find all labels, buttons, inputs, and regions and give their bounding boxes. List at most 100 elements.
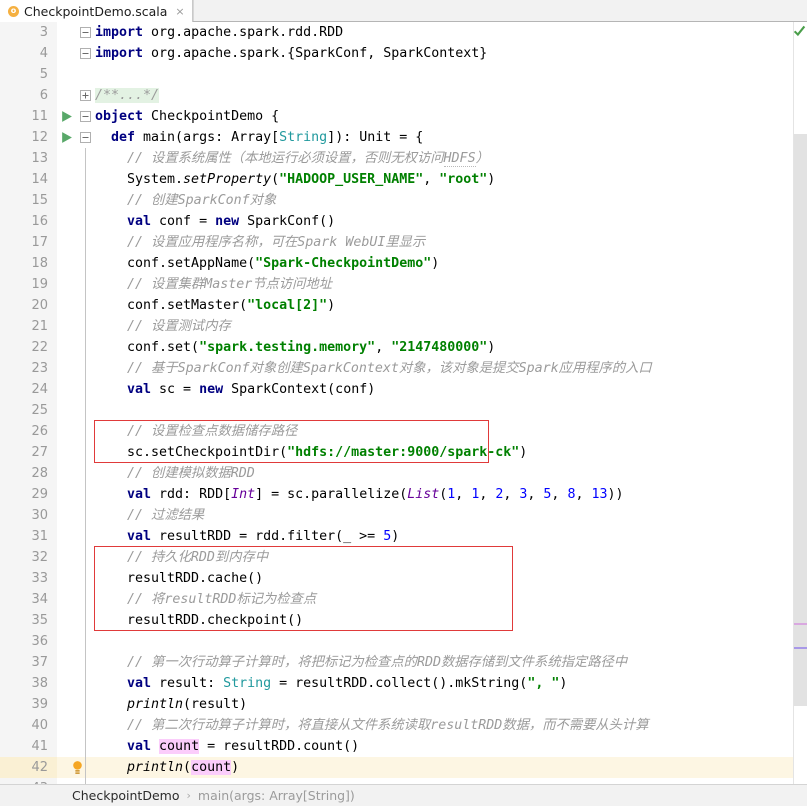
line-number[interactable]: 6 [0, 85, 57, 106]
code-text[interactable]: val sc = new SparkContext(conf) [95, 379, 375, 400]
line-number[interactable]: 32 [0, 547, 57, 568]
code-line[interactable]: 28 // 创建模拟数据RDD [0, 463, 807, 484]
line-number[interactable]: 41 [0, 736, 57, 757]
code-line[interactable]: 27 sc.setCheckpointDir("hdfs://master:900… [0, 442, 807, 463]
line-number[interactable]: 24 [0, 379, 57, 400]
line-number[interactable]: 36 [0, 631, 57, 652]
line-number[interactable]: 19 [0, 274, 57, 295]
code-text[interactable]: sc.setCheckpointDir("hdfs://master:9000/… [95, 442, 527, 463]
line-number[interactable]: 11 [0, 106, 57, 127]
code-text[interactable]: // 过滤结果 [95, 505, 204, 526]
code-line[interactable]: 4 import org.apache.spark.{SparkConf, Spa… [0, 43, 807, 64]
code-text[interactable]: System.setProperty("HADOOP_USER_NAME", "… [95, 169, 495, 190]
line-number[interactable]: 25 [0, 400, 57, 421]
code-line[interactable]: 33 resultRDD.cache() [0, 568, 807, 589]
code-text[interactable]: val resultRDD = rdd.filter(_ >= 5) [95, 526, 399, 547]
line-number[interactable]: 22 [0, 337, 57, 358]
code-text[interactable]: // 创建SparkConf对象 [95, 190, 276, 211]
editor-marker-bar[interactable] [793, 22, 807, 784]
vertical-scrollbar[interactable] [794, 134, 807, 706]
line-number[interactable]: 15 [0, 190, 57, 211]
line-number[interactable]: 42 [0, 757, 57, 778]
code-text[interactable]: conf.setAppName("Spark-CheckpointDemo") [95, 253, 439, 274]
breadcrumb-root[interactable]: CheckpointDemo [72, 788, 179, 803]
line-number[interactable]: 4 [0, 43, 57, 64]
fold-collapse-icon[interactable] [80, 48, 91, 59]
code-line[interactable]: 26 // 设置检查点数据储存路径 [0, 421, 807, 442]
code-line[interactable]: 6 /**...*/ [0, 85, 807, 106]
code-line[interactable]: 17 // 设置应用程序名称，可在Spark WebUI里显示 [0, 232, 807, 253]
code-line[interactable]: 14 System.setProperty("HADOOP_USER_NAME",… [0, 169, 807, 190]
code-text[interactable]: object CheckpointDemo { [95, 106, 279, 127]
code-line[interactable]: 3 import org.apache.spark.rdd.RDD [0, 22, 807, 43]
code-line[interactable]: 38 val result: String = resultRDD.collect… [0, 673, 807, 694]
code-text[interactable]: // 持久化RDD到内存中 [95, 547, 268, 568]
line-number[interactable]: 37 [0, 652, 57, 673]
code-text[interactable]: // 创建模拟数据RDD [95, 463, 255, 484]
code-text[interactable]: val count = resultRDD.count() [95, 736, 359, 757]
code-text[interactable]: val result: String = resultRDD.collect()… [95, 673, 567, 694]
code-line[interactable]: 20 conf.setMaster("local[2]") [0, 295, 807, 316]
code-text[interactable]: import org.apache.spark.{SparkConf, Spar… [95, 43, 487, 64]
code-line[interactable]: 41 val count = resultRDD.count() [0, 736, 807, 757]
line-number[interactable]: 20 [0, 295, 57, 316]
code-text[interactable]: println(result) [95, 694, 247, 715]
fold-collapse-icon[interactable] [80, 132, 91, 143]
code-line[interactable]: 40 // 第二次行动算子计算时，将直接从文件系统读取resultRDD数据，而不… [0, 715, 807, 736]
line-number[interactable]: 31 [0, 526, 57, 547]
code-line[interactable]: 12 def main(args: Array[String]): Unit = … [0, 127, 807, 148]
code-line[interactable]: 23 // 基于SparkConf对象创建SparkContext对象，该对象是提… [0, 358, 807, 379]
code-text[interactable]: /**...*/ [95, 85, 160, 106]
code-line[interactable]: 24 val sc = new SparkContext(conf) [0, 379, 807, 400]
code-text[interactable]: conf.setMaster("local[2]") [95, 295, 335, 316]
code-text[interactable]: // 设置检查点数据储存路径 [95, 421, 297, 442]
code-text[interactable]: // 第一次行动算子计算时，将把标记为检查点的RDD数据存储到文件系统指定路径中 [95, 652, 627, 673]
close-icon[interactable]: × [175, 5, 184, 18]
line-number[interactable]: 33 [0, 568, 57, 589]
code-line[interactable]: 5 [0, 64, 807, 85]
code-line[interactable]: 21 // 设置测试内存 [0, 316, 807, 337]
code-line[interactable]: 36 [0, 631, 807, 652]
marker-count-decl[interactable] [794, 623, 807, 625]
fold-collapse-icon[interactable] [80, 27, 91, 38]
code-line[interactable]: 35 resultRDD.checkpoint() [0, 610, 807, 631]
intention-bulb-icon[interactable] [71, 760, 84, 775]
code-line[interactable]: 15 // 创建SparkConf对象 [0, 190, 807, 211]
code-line[interactable]: 31 val resultRDD = rdd.filter(_ >= 5) [0, 526, 807, 547]
line-number[interactable]: 21 [0, 316, 57, 337]
code-line[interactable]: 32 // 持久化RDD到内存中 [0, 547, 807, 568]
line-number[interactable]: 39 [0, 694, 57, 715]
code-text[interactable] [95, 400, 127, 421]
code-line[interactable]: 39 println(result) [0, 694, 807, 715]
breadcrumb-leaf[interactable]: main(args: Array[String]) [198, 788, 355, 803]
line-number[interactable]: 28 [0, 463, 57, 484]
breadcrumb[interactable]: CheckpointDemo › main(args: Array[String… [0, 784, 807, 806]
code-text[interactable]: resultRDD.checkpoint() [95, 610, 303, 631]
line-number[interactable]: 30 [0, 505, 57, 526]
line-number[interactable]: 40 [0, 715, 57, 736]
fold-collapse-icon[interactable] [80, 111, 91, 122]
marker-count-usage[interactable] [794, 647, 807, 649]
line-number[interactable]: 27 [0, 442, 57, 463]
line-number[interactable]: 38 [0, 673, 57, 694]
code-text[interactable]: import org.apache.spark.rdd.RDD [95, 22, 343, 43]
code-line[interactable]: 18 conf.setAppName("Spark-CheckpointDemo"… [0, 253, 807, 274]
line-number[interactable]: 17 [0, 232, 57, 253]
code-text[interactable]: // 设置集群Master节点访问地址 [95, 274, 332, 295]
code-text[interactable] [95, 631, 127, 652]
code-text[interactable]: def main(args: Array[String]): Unit = { [95, 127, 423, 148]
code-text[interactable]: resultRDD.cache() [95, 568, 263, 589]
code-text[interactable]: conf.set("spark.testing.memory", "214748… [95, 337, 495, 358]
line-number[interactable]: 18 [0, 253, 57, 274]
line-number[interactable]: 3 [0, 22, 57, 43]
code-text[interactable]: // 设置测试内存 [95, 316, 231, 337]
code-line[interactable]: 22 conf.set("spark.testing.memory", "2147… [0, 337, 807, 358]
line-number[interactable]: 12 [0, 127, 57, 148]
line-number[interactable]: 16 [0, 211, 57, 232]
code-text[interactable]: val rdd: RDD[Int] = sc.parallelize(List(… [95, 484, 624, 505]
code-line[interactable]: 37 // 第一次行动算子计算时，将把标记为检查点的RDD数据存储到文件系统指定路… [0, 652, 807, 673]
code-line[interactable]: 29 val rdd: RDD[Int] = sc.parallelize(Lis… [0, 484, 807, 505]
code-line[interactable]: 42 println(count) [0, 757, 807, 778]
fold-expand-icon[interactable] [80, 90, 91, 101]
code-text[interactable]: // 设置系统属性（本地运行必须设置，否则无权访问HDFS） [95, 148, 489, 169]
